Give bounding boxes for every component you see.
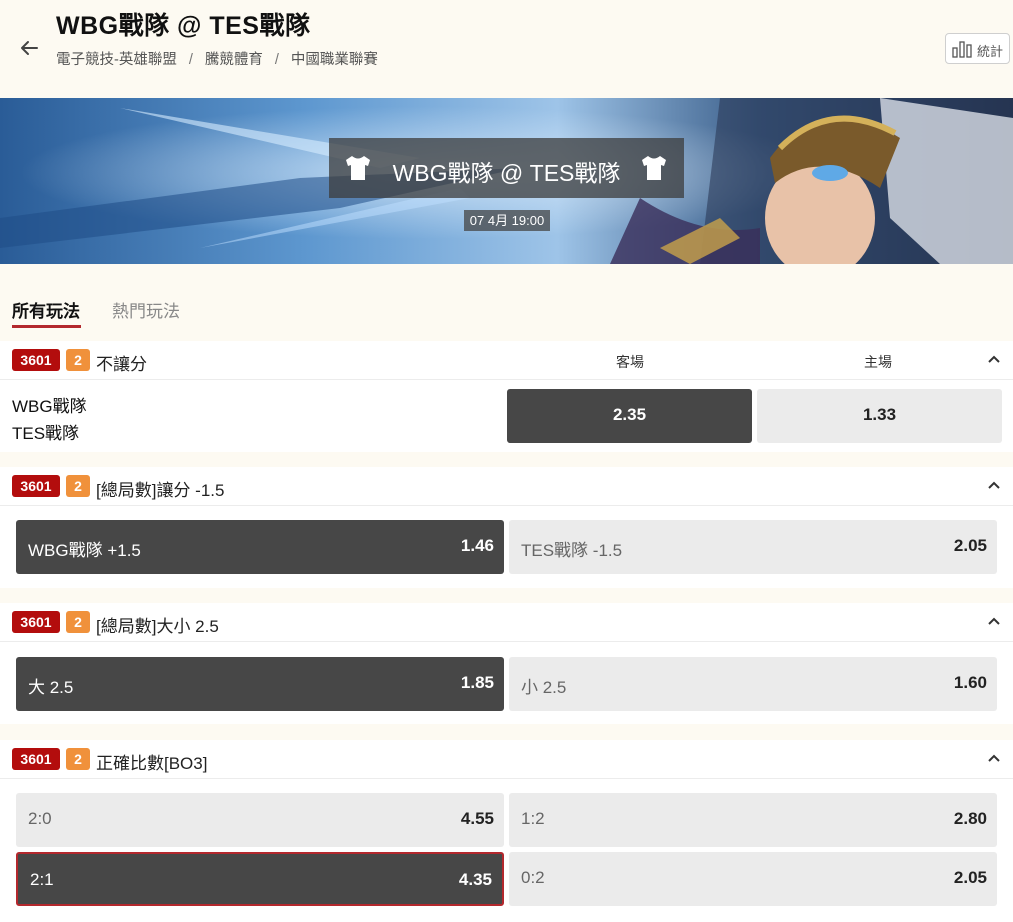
stats-button[interactable]: 統計 [945, 33, 1010, 64]
team-home-name: TES戰隊 [12, 424, 80, 443]
market-id-badge: 3601 [12, 611, 60, 633]
market-body-handicap: WBG戰隊 +1.5 1.46 TES戰隊 -1.5 2.05 [0, 506, 1013, 588]
breadcrumb-item-esports[interactable]: 電子競技-英雄聯盟 [56, 52, 177, 68]
odds-button-score-0-2[interactable]: 0:2 2.05 [509, 852, 997, 906]
odds-value: 1.60 [953, 673, 987, 692]
odds-button-score-1-2[interactable]: 1:2 2.80 [509, 793, 997, 847]
odds-value: 2.05 [953, 868, 987, 887]
team-away-name: WBG戰隊 [12, 397, 87, 416]
market-id-badge: 3601 [12, 475, 60, 497]
tab-popular-markets[interactable]: 熱門玩法 [112, 297, 180, 322]
selection-label: 2:1 [30, 870, 54, 889]
tab-all-markets[interactable]: 所有玩法 [12, 297, 80, 322]
breadcrumb-item-league[interactable]: 中國職業聯賽 [291, 52, 378, 68]
back-arrow-icon[interactable] [17, 36, 41, 60]
breadcrumb-item-provider[interactable]: 騰競體育 [205, 52, 263, 68]
selection-label: 小 2.5 [521, 678, 567, 697]
odds-button-handicap-away[interactable]: WBG戰隊 +1.5 1.46 [16, 520, 504, 574]
selection-label: TES戰隊 -1.5 [521, 541, 623, 560]
bar-chart-icon [952, 41, 972, 58]
column-header-away: 客場 [616, 354, 644, 370]
odds-button-over[interactable]: 大 2.5 1.85 [16, 657, 504, 711]
market-body-totals: 大 2.5 1.85 小 2.5 1.60 [0, 642, 1013, 724]
selection-label: 2:0 [28, 809, 52, 828]
selection-label: 大 2.5 [28, 678, 74, 697]
selection-label: 0:2 [521, 868, 545, 887]
page-header: WBG戰隊 @ TES戰隊 電子競技-英雄聯盟 / 騰競體育 / 中國職業聯賽 統計 [0, 0, 1013, 98]
collapse-caret-icon[interactable] [988, 480, 1000, 490]
market-name: [總局數]大小 2.5 [96, 617, 219, 636]
market-count-badge: 2 [66, 748, 90, 770]
market-header-totals[interactable]: 3601 2 [總局數]大小 2.5 [0, 603, 1013, 642]
odds-button-score-2-0[interactable]: 2:0 4.55 [16, 793, 504, 847]
market-body-moneyline: WBG戰隊 TES戰隊 2.35 1.33 [0, 380, 1013, 452]
odds-button-away[interactable]: 2.35 [507, 389, 752, 443]
odds-value: 4.55 [460, 809, 494, 828]
market-body-correct-score: 2:0 4.55 1:2 2.80 2:1 4.35 0:2 2.05 [0, 779, 1013, 922]
collapse-caret-icon[interactable] [988, 616, 1000, 626]
market-count-badge: 2 [66, 349, 90, 371]
market-name: [總局數]讓分 -1.5 [96, 481, 225, 500]
stats-label: 統計 [977, 44, 1004, 59]
market-id-badge: 3601 [12, 748, 60, 770]
market-name: 不讓分 [96, 355, 147, 374]
odds-button-home[interactable]: 1.33 [757, 389, 1002, 443]
odds-button-handicap-home[interactable]: TES戰隊 -1.5 2.05 [509, 520, 997, 574]
odds-button-score-2-1[interactable]: 2:1 4.35 [16, 852, 504, 906]
market-name: 正確比數[BO3] [96, 754, 208, 773]
active-tab-indicator [12, 325, 81, 328]
home-shirt-icon [642, 156, 666, 180]
odds-button-under[interactable]: 小 2.5 1.60 [509, 657, 997, 711]
selection-label: WBG戰隊 +1.5 [28, 541, 141, 560]
odds-value: 1.46 [460, 536, 494, 555]
collapse-caret-icon[interactable] [988, 354, 1000, 364]
collapse-caret-icon[interactable] [988, 753, 1000, 763]
banner-title-text: WBG戰隊 @ TES戰隊 [392, 160, 621, 186]
odds-value: 2.80 [953, 809, 987, 828]
market-header-correct-score[interactable]: 3601 2 正確比數[BO3] [0, 740, 1013, 779]
selection-label: 1:2 [521, 809, 545, 828]
market-header-handicap[interactable]: 3601 2 [總局數]讓分 -1.5 [0, 467, 1013, 506]
odds-value: 2.05 [953, 536, 987, 555]
market-count-badge: 2 [66, 611, 90, 633]
banner-title-box: WBG戰隊 @ TES戰隊 [329, 138, 684, 198]
market-header-moneyline[interactable]: 3601 2 不讓分 客場 主場 [0, 341, 1013, 380]
market-count-badge: 2 [66, 475, 90, 497]
market-id-badge: 3601 [12, 349, 60, 371]
bet-type-tabs: 所有玩法 熱門玩法 [0, 290, 1013, 330]
breadcrumb: 電子競技-英雄聯盟 / 騰競體育 / 中國職業聯賽 [56, 52, 378, 68]
match-datetime: 07 4月 19:00 [464, 210, 550, 231]
odds-value: 4.35 [458, 870, 492, 889]
column-header-home: 主場 [864, 354, 892, 370]
odds-value: 1.85 [460, 673, 494, 692]
match-banner: WBG戰隊 @ TES戰隊 07 4月 19:00 [0, 98, 1013, 264]
page-title: WBG戰隊 @ TES戰隊 [56, 12, 311, 40]
odds-value: 2.35 [612, 405, 647, 424]
odds-value: 1.33 [862, 405, 897, 424]
